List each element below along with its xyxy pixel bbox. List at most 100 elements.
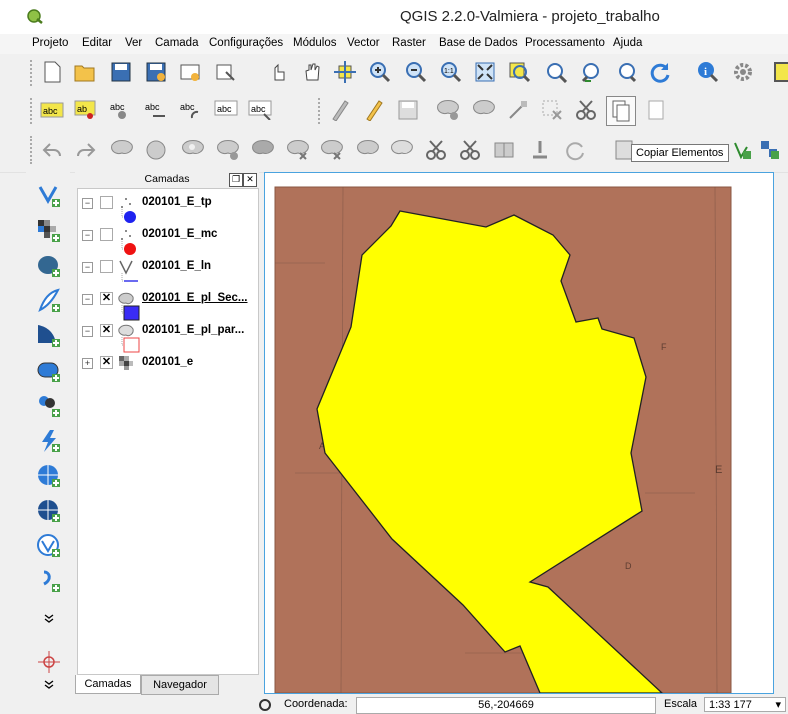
save-as-icon[interactable] bbox=[144, 60, 168, 84]
toggle-editing-icon[interactable] bbox=[362, 98, 386, 122]
close-panel-button[interactable]: ✕ bbox=[243, 173, 257, 187]
layer-visibility-checkbox[interactable]: ✕ bbox=[100, 292, 113, 305]
add-mssql-layer-icon[interactable] bbox=[34, 322, 64, 350]
add-wms-layer-icon[interactable] bbox=[34, 392, 64, 420]
add-wcs-layer-icon[interactable] bbox=[34, 462, 64, 490]
menu-camada[interactable]: Camada bbox=[155, 37, 198, 49]
collapse-toggle[interactable]: − bbox=[82, 326, 93, 337]
add-raster-layer-icon[interactable] bbox=[34, 217, 64, 245]
zoom-last-icon[interactable] bbox=[580, 60, 604, 84]
map-canvas[interactable]: A F D E bbox=[264, 172, 774, 694]
move-label-icon[interactable]: abc bbox=[143, 98, 167, 122]
delete-ring-icon[interactable] bbox=[286, 138, 310, 162]
menu-modulos[interactable]: Módulos bbox=[293, 37, 336, 49]
fill-ring-icon[interactable] bbox=[251, 138, 275, 162]
scale-combobox[interactable]: 1:33 177 ▾ bbox=[704, 697, 786, 712]
layer-visibility-checkbox[interactable] bbox=[100, 228, 113, 241]
tab-camadas[interactable]: Camadas bbox=[75, 675, 141, 694]
pan-map-icon[interactable] bbox=[300, 60, 324, 84]
collapse-toggle[interactable]: − bbox=[82, 294, 93, 305]
composer-manager-icon[interactable] bbox=[214, 60, 238, 84]
layer-row[interactable]: − 020101_E_tp bbox=[78, 193, 258, 213]
collapse-toggle[interactable]: − bbox=[82, 198, 93, 209]
coordinate-field[interactable]: 56,-204669 bbox=[356, 697, 656, 714]
split-parts-icon[interactable] bbox=[458, 138, 482, 162]
layer-row[interactable]: − 020101_E_ln bbox=[78, 257, 258, 277]
expand-toolbar-icon[interactable] bbox=[34, 612, 64, 626]
crosshair-icon[interactable] bbox=[34, 648, 64, 676]
save-project-icon[interactable] bbox=[109, 60, 133, 84]
float-panel-button[interactable]: ❐ bbox=[229, 173, 243, 187]
add-feature-icon[interactable] bbox=[436, 98, 460, 122]
add-ring-icon[interactable] bbox=[181, 138, 205, 162]
identify-icon[interactable]: i bbox=[696, 60, 720, 84]
redo-icon[interactable] bbox=[74, 138, 98, 162]
add-postgis-layer-icon[interactable] bbox=[34, 252, 64, 280]
coordinate-toggle-icon[interactable] bbox=[256, 696, 274, 713]
merge-attributes-icon[interactable] bbox=[528, 138, 552, 162]
open-project-icon[interactable] bbox=[73, 60, 97, 84]
layer-visibility-checkbox[interactable]: ✕ bbox=[100, 324, 113, 337]
menu-projeto[interactable]: Projeto bbox=[32, 37, 68, 49]
menu-base-de-dados[interactable]: Base de Dados bbox=[439, 37, 518, 49]
toolbar-grip[interactable] bbox=[30, 136, 35, 164]
copy-features-icon[interactable] bbox=[606, 96, 636, 126]
layer-row[interactable]: + ✕ 020101_e bbox=[78, 353, 258, 373]
add-oracle-layer-icon[interactable] bbox=[34, 357, 64, 385]
paste-features-icon[interactable] bbox=[644, 98, 668, 122]
zoom-next-icon[interactable] bbox=[614, 60, 638, 84]
new-shapefile-layer-icon[interactable] bbox=[34, 532, 64, 560]
menu-raster[interactable]: Raster bbox=[392, 37, 426, 49]
merge-features-icon[interactable] bbox=[492, 138, 516, 162]
cut-features-icon[interactable] bbox=[574, 98, 598, 122]
toolbar-grip[interactable] bbox=[318, 98, 323, 124]
menu-ajuda[interactable]: Ajuda bbox=[613, 37, 642, 49]
collapse-toggle[interactable]: − bbox=[82, 262, 93, 273]
layer-visibility-checkbox[interactable] bbox=[100, 196, 113, 209]
add-spatialite-layer-icon[interactable] bbox=[34, 287, 64, 315]
change-label-icon[interactable]: abc bbox=[214, 98, 238, 122]
layer-visibility-checkbox[interactable] bbox=[100, 260, 113, 273]
reshape-features-icon[interactable] bbox=[356, 138, 380, 162]
zoom-full-icon[interactable] bbox=[473, 60, 497, 84]
menu-ver[interactable]: Ver bbox=[125, 37, 142, 49]
menu-editar[interactable]: Editar bbox=[82, 37, 112, 49]
add-delimited-text-icon[interactable] bbox=[730, 138, 754, 162]
menu-vector[interactable]: Vector bbox=[347, 37, 380, 49]
actions-gear-icon[interactable] bbox=[731, 60, 755, 84]
layer-row[interactable]: − ✕ 020101_E_pl_par... bbox=[78, 321, 258, 341]
zoom-to-layer-icon[interactable] bbox=[544, 60, 568, 84]
split-features-icon[interactable] bbox=[424, 138, 448, 162]
new-print-composer-icon[interactable] bbox=[178, 60, 202, 84]
delete-selected-icon[interactable] bbox=[540, 98, 564, 122]
menu-processamento[interactable]: Processamento bbox=[525, 37, 605, 49]
label-properties-icon[interactable]: abc bbox=[248, 98, 272, 122]
collapse-toggle[interactable]: − bbox=[82, 230, 93, 241]
map-view[interactable]: A F D E bbox=[265, 173, 773, 693]
add-wms-layer-icon[interactable] bbox=[758, 138, 782, 162]
new-spatialite-layer-icon[interactable] bbox=[34, 567, 64, 595]
expand-toggle[interactable]: + bbox=[82, 358, 93, 369]
toolbar-grip[interactable] bbox=[30, 60, 35, 86]
add-wfs-layer-icon[interactable] bbox=[34, 497, 64, 525]
menu-configuracoes[interactable]: Configurações bbox=[209, 37, 283, 49]
move-feature-icon[interactable] bbox=[472, 98, 496, 122]
new-project-icon[interactable] bbox=[40, 60, 64, 84]
pan-to-selection-icon[interactable] bbox=[333, 60, 357, 84]
delete-part-icon[interactable] bbox=[320, 138, 344, 162]
node-tool-icon[interactable] bbox=[506, 98, 530, 122]
touch-zoom-icon[interactable] bbox=[266, 60, 290, 84]
save-edits-icon[interactable] bbox=[396, 98, 420, 122]
layer-row[interactable]: − ✕ 020101_E_pl_Sec... bbox=[78, 289, 258, 309]
current-edits-icon[interactable] bbox=[328, 98, 352, 122]
rotate-point-symbols-icon[interactable] bbox=[563, 138, 587, 162]
add-part-icon[interactable] bbox=[216, 138, 240, 162]
add-delimited-text-layer-icon[interactable] bbox=[34, 427, 64, 455]
zoom-to-selection-icon[interactable] bbox=[507, 60, 531, 84]
toolbar-grip[interactable] bbox=[30, 98, 35, 124]
rotate-feature-icon[interactable] bbox=[110, 138, 134, 162]
layer-row[interactable]: − 020101_E_mc bbox=[78, 225, 258, 245]
zoom-actual-size-icon[interactable]: 1:1 bbox=[439, 60, 463, 84]
refresh-icon[interactable] bbox=[648, 60, 672, 84]
add-vector-layer-icon[interactable] bbox=[34, 182, 64, 210]
